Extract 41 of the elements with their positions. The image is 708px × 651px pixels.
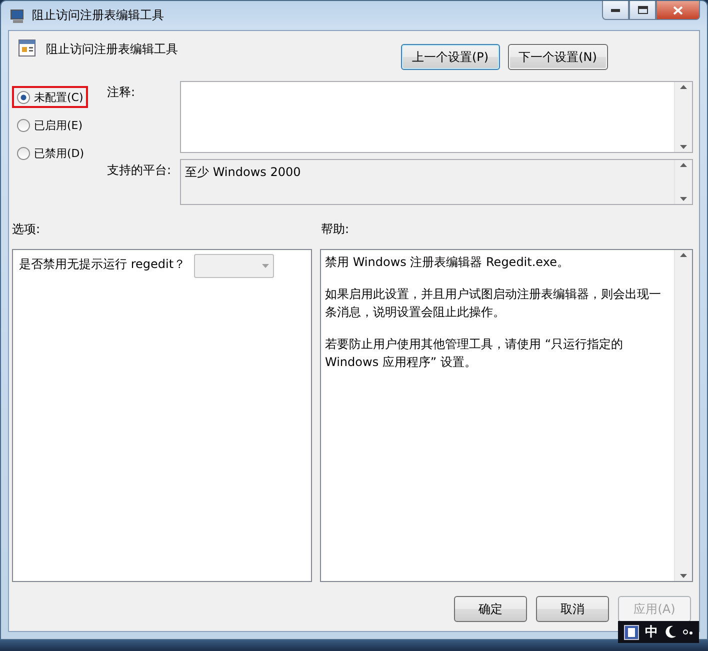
help-label: 帮助:: [321, 220, 350, 238]
radio-label[interactable]: 已禁用(D): [34, 146, 84, 160]
help-paragraph: 若要防止用户使用其他管理工具，请使用 “只运行指定的 Windows 应用程序” 设置。: [325, 336, 624, 371]
option-question: 是否禁用无提示运行 regedit？: [19, 256, 186, 273]
radio-label[interactable]: 已启用(E): [34, 118, 83, 132]
scroll-up-icon[interactable]: [680, 253, 687, 257]
scroll-down-icon[interactable]: [680, 574, 687, 578]
scroll-up-icon[interactable]: [680, 85, 687, 89]
comment-label: 注释:: [107, 84, 136, 101]
radio-button[interactable]: [17, 146, 30, 160]
platform-label: 支持的平台:: [107, 162, 172, 179]
help-paragraph: 如果启用此设置，并且用户试图启动注册表编辑器，则会出现一条消息，说明设置会阻止此操作。: [325, 286, 662, 321]
minimize-button[interactable]: [602, 1, 629, 20]
close-button[interactable]: [656, 1, 700, 20]
scroll-down-icon[interactable]: [680, 145, 687, 149]
policy-title: 阻止访问注册表编辑工具: [46, 41, 179, 58]
radio-button[interactable]: [17, 90, 30, 104]
ime-logo-icon[interactable]: [624, 624, 639, 640]
window-title: 阻止访问注册表编辑工具: [32, 7, 164, 24]
scroll-up-icon[interactable]: [680, 163, 687, 167]
platform-value: 至少 Windows 2000: [184, 164, 302, 181]
punctuation-icon[interactable]: [683, 628, 693, 636]
maximize-icon: [638, 6, 648, 14]
help-paragraph: 禁用 Windows 注册表编辑器 Regedit.exe。: [325, 254, 570, 271]
policy-icon: [18, 39, 36, 57]
radio-button[interactable]: [17, 118, 30, 132]
cancel-button[interactable]: 取消: [536, 596, 609, 622]
ime-toolbar[interactable]: 中: [618, 621, 699, 643]
previous-setting-button[interactable]: 上一个设置(P): [401, 44, 500, 70]
next-setting-button[interactable]: 下一个设置(N): [508, 44, 608, 70]
ok-button[interactable]: 确定: [454, 596, 527, 622]
ime-mode[interactable]: 中: [645, 623, 658, 641]
comment-field[interactable]: [180, 81, 693, 153]
moon-icon[interactable]: [664, 625, 677, 639]
maximize-button[interactable]: [629, 1, 656, 20]
minimize-icon: [611, 8, 620, 12]
options-label: 选项:: [12, 220, 42, 238]
computer-icon: [10, 8, 26, 24]
close-icon: [673, 6, 683, 14]
scroll-down-icon[interactable]: [680, 197, 687, 201]
dropdown-arrow-icon: [262, 264, 269, 268]
